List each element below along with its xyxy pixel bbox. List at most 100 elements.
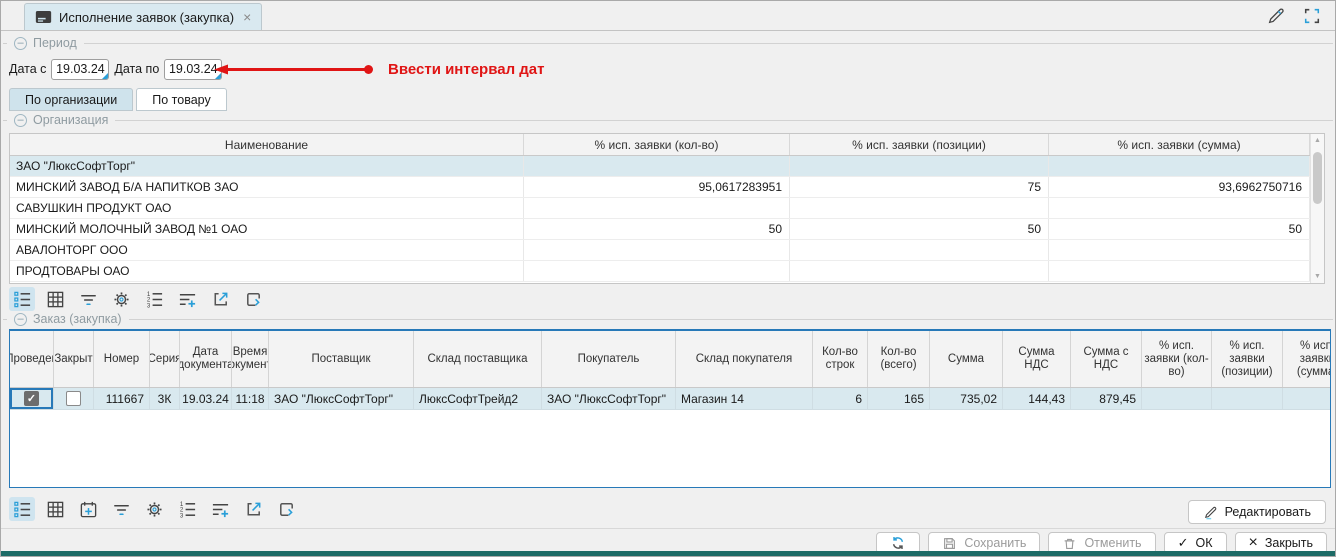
collapse-icon[interactable]: – bbox=[14, 37, 27, 50]
save-button-label: Сохранить bbox=[964, 536, 1026, 550]
gear-icon bbox=[145, 500, 164, 519]
export-button[interactable] bbox=[207, 287, 233, 311]
grid-view-button[interactable] bbox=[42, 287, 68, 311]
column-header-pct-pos[interactable]: % исп. заявки (позиции) bbox=[790, 134, 1049, 155]
table-row[interactable]: САВУШКИН ПРОДУКТ ОАО bbox=[10, 198, 1324, 219]
column-header[interactable]: Поставщик bbox=[269, 331, 414, 387]
filter-button[interactable] bbox=[75, 287, 101, 311]
zakryt-cell[interactable] bbox=[54, 388, 94, 409]
refresh-icon bbox=[890, 535, 906, 551]
checkbox-checked[interactable]: ✓ bbox=[24, 391, 39, 406]
column-header[interactable]: Кол-во (всего) bbox=[868, 331, 930, 387]
add-row-button[interactable] bbox=[174, 287, 200, 311]
column-header-pct-sum[interactable]: % исп. заявки (сумма) bbox=[1049, 134, 1310, 155]
grid-view-button[interactable] bbox=[42, 497, 68, 521]
edit-pencil-icon[interactable] bbox=[1266, 6, 1286, 26]
org-name-cell: САВУШКИН ПРОДУКТ ОАО bbox=[10, 198, 524, 218]
column-header[interactable]: Сумма НДС bbox=[1003, 331, 1071, 387]
list-view-button[interactable] bbox=[9, 497, 35, 521]
document-window-icon bbox=[35, 10, 52, 24]
column-header[interactable]: Кол-во строк bbox=[813, 331, 868, 387]
table-row[interactable]: МИНСКИЙ ЗАВОД Б/А НАПИТКОВ ЗАО 95,061728… bbox=[10, 177, 1324, 198]
date-from-input[interactable] bbox=[51, 59, 109, 80]
column-header[interactable]: Время документа bbox=[232, 331, 269, 387]
grid-view-icon bbox=[46, 500, 65, 519]
table-row[interactable]: АВАЛОНТОРГ ООО bbox=[10, 240, 1324, 261]
order-group-label: Заказ (закупка) bbox=[32, 312, 129, 326]
vertical-scrollbar[interactable]: ▲ ▼ bbox=[1310, 134, 1324, 283]
date-from-wrap bbox=[51, 59, 109, 80]
table-row[interactable]: ЗАО "ЛюксСофтТорг" bbox=[10, 156, 1324, 177]
collapse-icon[interactable]: – bbox=[14, 313, 27, 326]
settings-button[interactable] bbox=[141, 497, 167, 521]
checkbox-unchecked[interactable] bbox=[66, 391, 81, 406]
column-header[interactable]: Сумма bbox=[930, 331, 1003, 387]
calendar-add-icon bbox=[79, 500, 98, 519]
scroll-up-icon[interactable]: ▲ bbox=[1311, 137, 1324, 144]
org-name-cell: МИНСКИЙ МОЛОЧНЫЙ ЗАВОД №1 ОАО bbox=[10, 219, 524, 239]
org-pos-cell: 75 bbox=[790, 177, 1049, 197]
calendar-button[interactable] bbox=[75, 497, 101, 521]
column-header[interactable]: Сумма с НДС bbox=[1071, 331, 1142, 387]
org-sum-cell bbox=[1049, 240, 1310, 260]
tab-close-icon[interactable]: × bbox=[243, 9, 251, 25]
period-group-label: Период bbox=[32, 36, 84, 50]
scroll-down-icon[interactable]: ▼ bbox=[1311, 273, 1324, 280]
edit-button[interactable]: Редактировать bbox=[1188, 500, 1326, 524]
org-qty-cell bbox=[524, 156, 790, 176]
add-row-icon bbox=[211, 500, 230, 519]
add-row-button[interactable] bbox=[207, 497, 233, 521]
table-row[interactable]: ✓ 111667 3К 19.03.24 11:18 ЗАО "ЛюксСофт… bbox=[10, 388, 1330, 410]
column-header[interactable]: Номер bbox=[94, 331, 150, 387]
org-qty-cell: 50 bbox=[524, 219, 790, 239]
document-tab[interactable]: Исполнение заявок (закупка) × bbox=[24, 3, 262, 30]
column-header[interactable]: Покупатель bbox=[542, 331, 676, 387]
list-view-icon bbox=[13, 500, 32, 519]
proveden-cell[interactable]: ✓ bbox=[10, 388, 54, 409]
scrollbar-thumb[interactable] bbox=[1313, 152, 1322, 204]
tab-by-product[interactable]: По товару bbox=[136, 88, 226, 111]
settings-button[interactable] bbox=[108, 287, 134, 311]
column-header[interactable]: % исп. заявки (сумма) bbox=[1283, 331, 1331, 387]
column-header[interactable]: Серия bbox=[150, 331, 180, 387]
order-table: Проведен Закрыт Номер Серия Дата докумен… bbox=[9, 329, 1331, 488]
number-cell: 111667 bbox=[94, 388, 150, 409]
reload-button[interactable] bbox=[240, 287, 266, 311]
filter-button[interactable] bbox=[108, 497, 134, 521]
table-row[interactable]: ПРОДТОВАРЫ ОАО bbox=[10, 261, 1324, 282]
org-qty-cell bbox=[524, 198, 790, 218]
column-header[interactable]: Проведен bbox=[10, 331, 54, 387]
save-icon bbox=[942, 536, 957, 551]
column-header[interactable]: Закрыт bbox=[54, 331, 94, 387]
org-name-cell: ПРОДТОВАРЫ ОАО bbox=[10, 261, 524, 281]
numbered-list-icon: 123 bbox=[178, 500, 197, 519]
fullscreen-icon[interactable] bbox=[1303, 7, 1321, 25]
column-header-pct-qty[interactable]: % исп. заявки (кол-во) bbox=[524, 134, 790, 155]
qty-total-cell: 165 bbox=[868, 388, 930, 409]
column-header[interactable]: Дата документа bbox=[180, 331, 232, 387]
org-sum-cell bbox=[1049, 261, 1310, 281]
column-header[interactable]: % исп. заявки (позиции) bbox=[1212, 331, 1283, 387]
list-view-icon bbox=[13, 290, 32, 309]
annotation-text: Ввести интервал дат bbox=[388, 61, 544, 78]
org-sum-cell: 93,6962750716 bbox=[1049, 177, 1310, 197]
reload-button[interactable] bbox=[273, 497, 299, 521]
svg-text:3: 3 bbox=[146, 302, 150, 309]
column-header[interactable]: % исп. заявки (кол-во) bbox=[1142, 331, 1212, 387]
table-row[interactable]: МИНСКИЙ МОЛОЧНЫЙ ЗАВОД №1 ОАО 50 50 50 bbox=[10, 219, 1324, 240]
sum-with-vat-cell: 879,45 bbox=[1071, 388, 1142, 409]
check-icon: ✓ bbox=[1178, 535, 1189, 551]
doc-date-cell: 19.03.24 bbox=[180, 388, 232, 409]
numbered-list-button[interactable]: 123 bbox=[174, 497, 200, 521]
export-button[interactable] bbox=[240, 497, 266, 521]
tab-by-organization[interactable]: По организации bbox=[9, 88, 133, 111]
column-header-name[interactable]: Наименование bbox=[10, 134, 524, 155]
organization-toolbar: 123 bbox=[9, 287, 266, 311]
collapse-icon[interactable]: – bbox=[14, 114, 27, 127]
column-header[interactable]: Склад покупателя bbox=[676, 331, 813, 387]
red-arrow-icon bbox=[213, 62, 375, 77]
numbered-list-button[interactable]: 123 bbox=[141, 287, 167, 311]
list-view-button[interactable] bbox=[9, 287, 35, 311]
close-icon: × bbox=[1249, 537, 1258, 549]
column-header[interactable]: Склад поставщика bbox=[414, 331, 542, 387]
